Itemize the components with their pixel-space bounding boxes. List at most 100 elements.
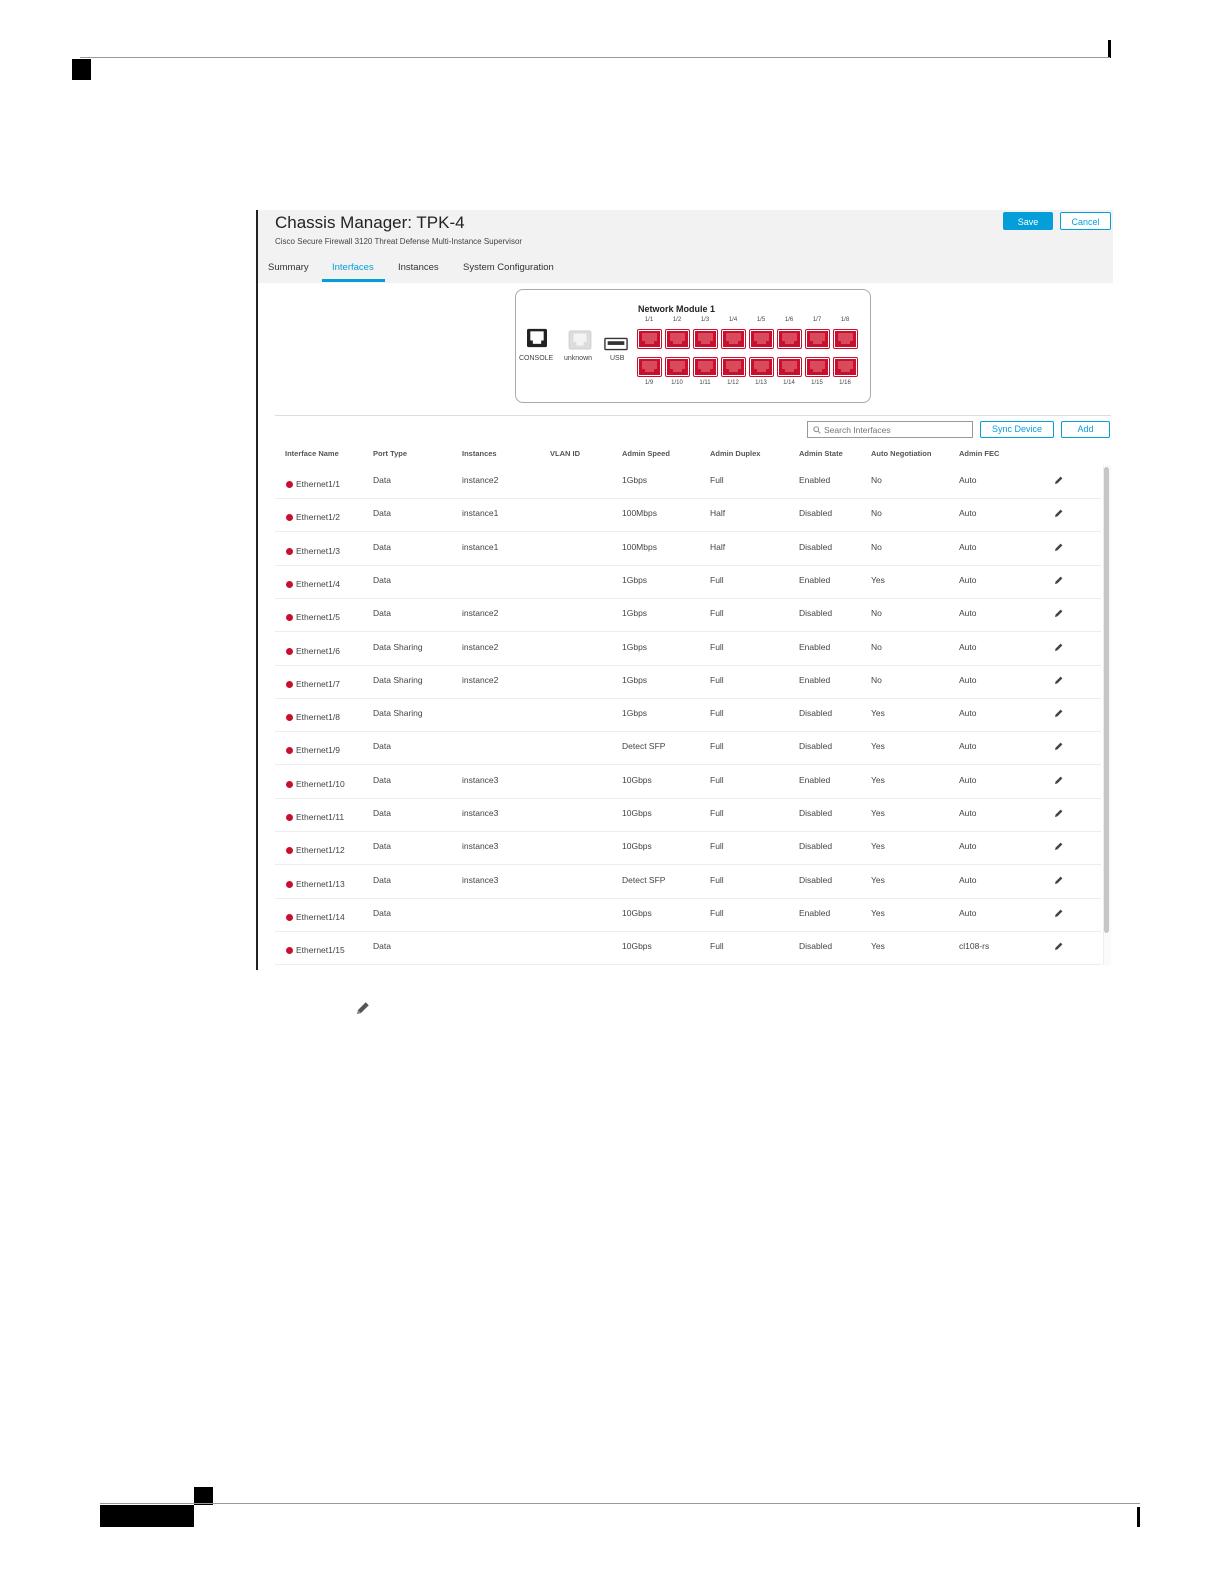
table-row[interactable]: Ethernet1/13 Data instance3 Detect SFP Full D… [275,865,1101,899]
save-button[interactable]: Save [1003,212,1053,230]
admin-duplex-cell: Full [710,608,724,619]
ethernet-port-icon[interactable] [665,357,690,377]
pencil-icon[interactable] [1054,941,1064,951]
search-box[interactable] [807,421,973,438]
col-header-port-type[interactable]: Port Type [373,449,407,458]
table-scrollbar-thumb[interactable] [1104,467,1109,933]
tab-instances[interactable]: Instances [398,262,439,273]
ethernet-port-icon[interactable] [833,329,858,349]
ethernet-port-icon[interactable] [693,329,718,349]
col-header-admin-state[interactable]: Admin State [799,449,843,458]
pencil-icon[interactable] [1054,741,1064,751]
page-title: Chassis Manager: TPK-4 [275,213,465,232]
footer-marker [1137,1507,1140,1527]
table-row[interactable]: Ethernet1/3 Data instance1 100Mbps Half Disab… [275,532,1101,566]
port-type-cell: Data [373,475,391,485]
module-title: Network Module 1 [638,304,716,314]
admin-speed-cell: 1Gbps [622,475,648,485]
table-row[interactable]: Ethernet1/12 Data instance3 10Gbps Full Disab… [275,831,1101,866]
ethernet-port-icon[interactable] [777,357,802,377]
table-row[interactable]: Ethernet1/1 Data instance2 1Gbps Full Enabled… [275,465,1101,499]
table-row[interactable]: Ethernet1/7 Data Sharing instance2 1Gbps Ful… [275,665,1101,699]
admin-duplex-cell: Full [710,774,724,785]
pencil-icon[interactable] [1054,508,1064,518]
pencil-icon[interactable] [1054,608,1064,618]
port-label: 1/7 [812,317,822,323]
auto-negotiation-cell: Yes [871,941,885,952]
admin-fec-cell: Auto [959,774,977,785]
col-header-interface-name[interactable]: Interface Name [285,449,339,458]
ethernet-port-icon[interactable] [721,357,746,377]
header-marker [1108,40,1111,58]
col-header-instances[interactable]: Instances [462,449,497,458]
table-row[interactable]: Ethernet1/9 Data Detect SFP Full Disabled Yes… [275,731,1101,766]
ethernet-port-icon[interactable] [637,357,662,377]
admin-duplex-cell: Full [710,741,724,752]
admin-state-cell: Enabled [799,907,831,918]
search-input[interactable] [824,422,969,437]
pencil-icon[interactable] [1054,575,1064,585]
port-type-cell: Data [373,508,391,519]
add-interface-button[interactable]: Add [1061,421,1110,438]
auto-negotiation-cell: Yes [871,774,885,785]
ethernet-port-icon[interactable] [637,329,662,349]
pencil-icon[interactable] [1054,841,1064,851]
pencil-icon[interactable] [1054,475,1064,485]
port-type-cell: Data [373,608,391,619]
auto-negotiation-cell: Yes [871,708,885,719]
port-label: 1/4 [728,317,738,323]
col-header-vlan-id[interactable]: VLAN ID [550,449,580,458]
pencil-icon[interactable] [1054,675,1064,685]
interface-name-cell: Ethernet1/6 [296,645,340,656]
tab-system-configuration[interactable]: System Configuration [463,262,554,273]
col-header-admin-fec[interactable]: Admin FEC [959,449,999,458]
ethernet-port-icon[interactable] [665,329,690,349]
table-row[interactable]: Ethernet1/2 Data instance1 100Mbps Half Disab… [275,498,1101,533]
table-row[interactable]: Ethernet1/14 Data 10Gbps Full Enabled Yes Auto [275,898,1101,932]
col-header-auto-negotiation[interactable]: Auto Negotiation [871,449,931,458]
ethernet-port-icon[interactable] [805,329,830,349]
ethernet-port-icon[interactable] [777,329,802,349]
pencil-icon[interactable] [1054,908,1064,918]
ethernet-port-icon[interactable] [749,329,774,349]
unknown-port-icon[interactable] [568,330,592,350]
ethernet-port-icon[interactable] [833,357,858,377]
ethernet-port-icon[interactable] [721,329,746,349]
tab-summary[interactable]: Summary [268,262,309,273]
table-row[interactable]: Ethernet1/5 Data instance2 1Gbps Full Disable… [275,598,1101,633]
instances-cell: instance1 [462,541,499,552]
usb-port-icon[interactable] [604,334,628,354]
ethernet-port-icon[interactable] [693,357,718,377]
instances-cell: instance3 [462,841,499,852]
sync-device-button[interactable]: Sync Device [980,421,1054,438]
table-row[interactable]: Ethernet1/4 Data 1Gbps Full Enabled Yes Auto [275,565,1101,599]
pencil-icon[interactable] [1054,775,1064,785]
pencil-icon[interactable] [1054,875,1064,885]
col-header-admin-duplex[interactable]: Admin Duplex [710,449,760,458]
port-type-cell: Data [373,541,391,552]
auto-negotiation-cell: Yes [871,841,885,852]
pencil-icon[interactable] [1054,708,1064,718]
pencil-icon[interactable] [1054,808,1064,818]
table-row[interactable]: Ethernet1/11 Data instance3 10Gbps Full Disab… [275,798,1101,832]
cancel-button[interactable]: Cancel [1060,212,1111,230]
pencil-icon[interactable] [1054,642,1064,652]
table-row[interactable]: Ethernet1/10 Data instance3 10Gbps Full Enabl… [275,765,1101,799]
table-row[interactable]: Ethernet1/6 Data Sharing instance2 1Gbps Ful… [275,632,1101,666]
table-row[interactable]: Ethernet1/8 Data Sharing 1Gbps Full Disabled… [275,698,1101,733]
status-dot-icon [286,680,293,688]
auto-negotiation-cell: Yes [871,741,885,752]
col-header-admin-speed[interactable]: Admin Speed [622,449,670,458]
table-row[interactable]: Ethernet1/15 Data 10Gbps Full Disabled Yes cl1… [275,931,1101,966]
admin-state-cell: Disabled [799,541,833,552]
pencil-icon[interactable] [1054,542,1064,552]
tab-interfaces[interactable]: Interfaces [332,262,374,273]
interface-name-cell: Ethernet1/1 [296,479,340,489]
console-port-icon[interactable] [525,328,549,348]
admin-speed-cell: 1Gbps [622,708,648,719]
ethernet-port-icon[interactable] [749,357,774,377]
ethernet-port-icon[interactable] [805,357,830,377]
port-label: 1/15 [811,380,823,386]
interface-name-cell: Ethernet1/3 [296,545,340,556]
admin-duplex-cell: Full [710,907,724,918]
